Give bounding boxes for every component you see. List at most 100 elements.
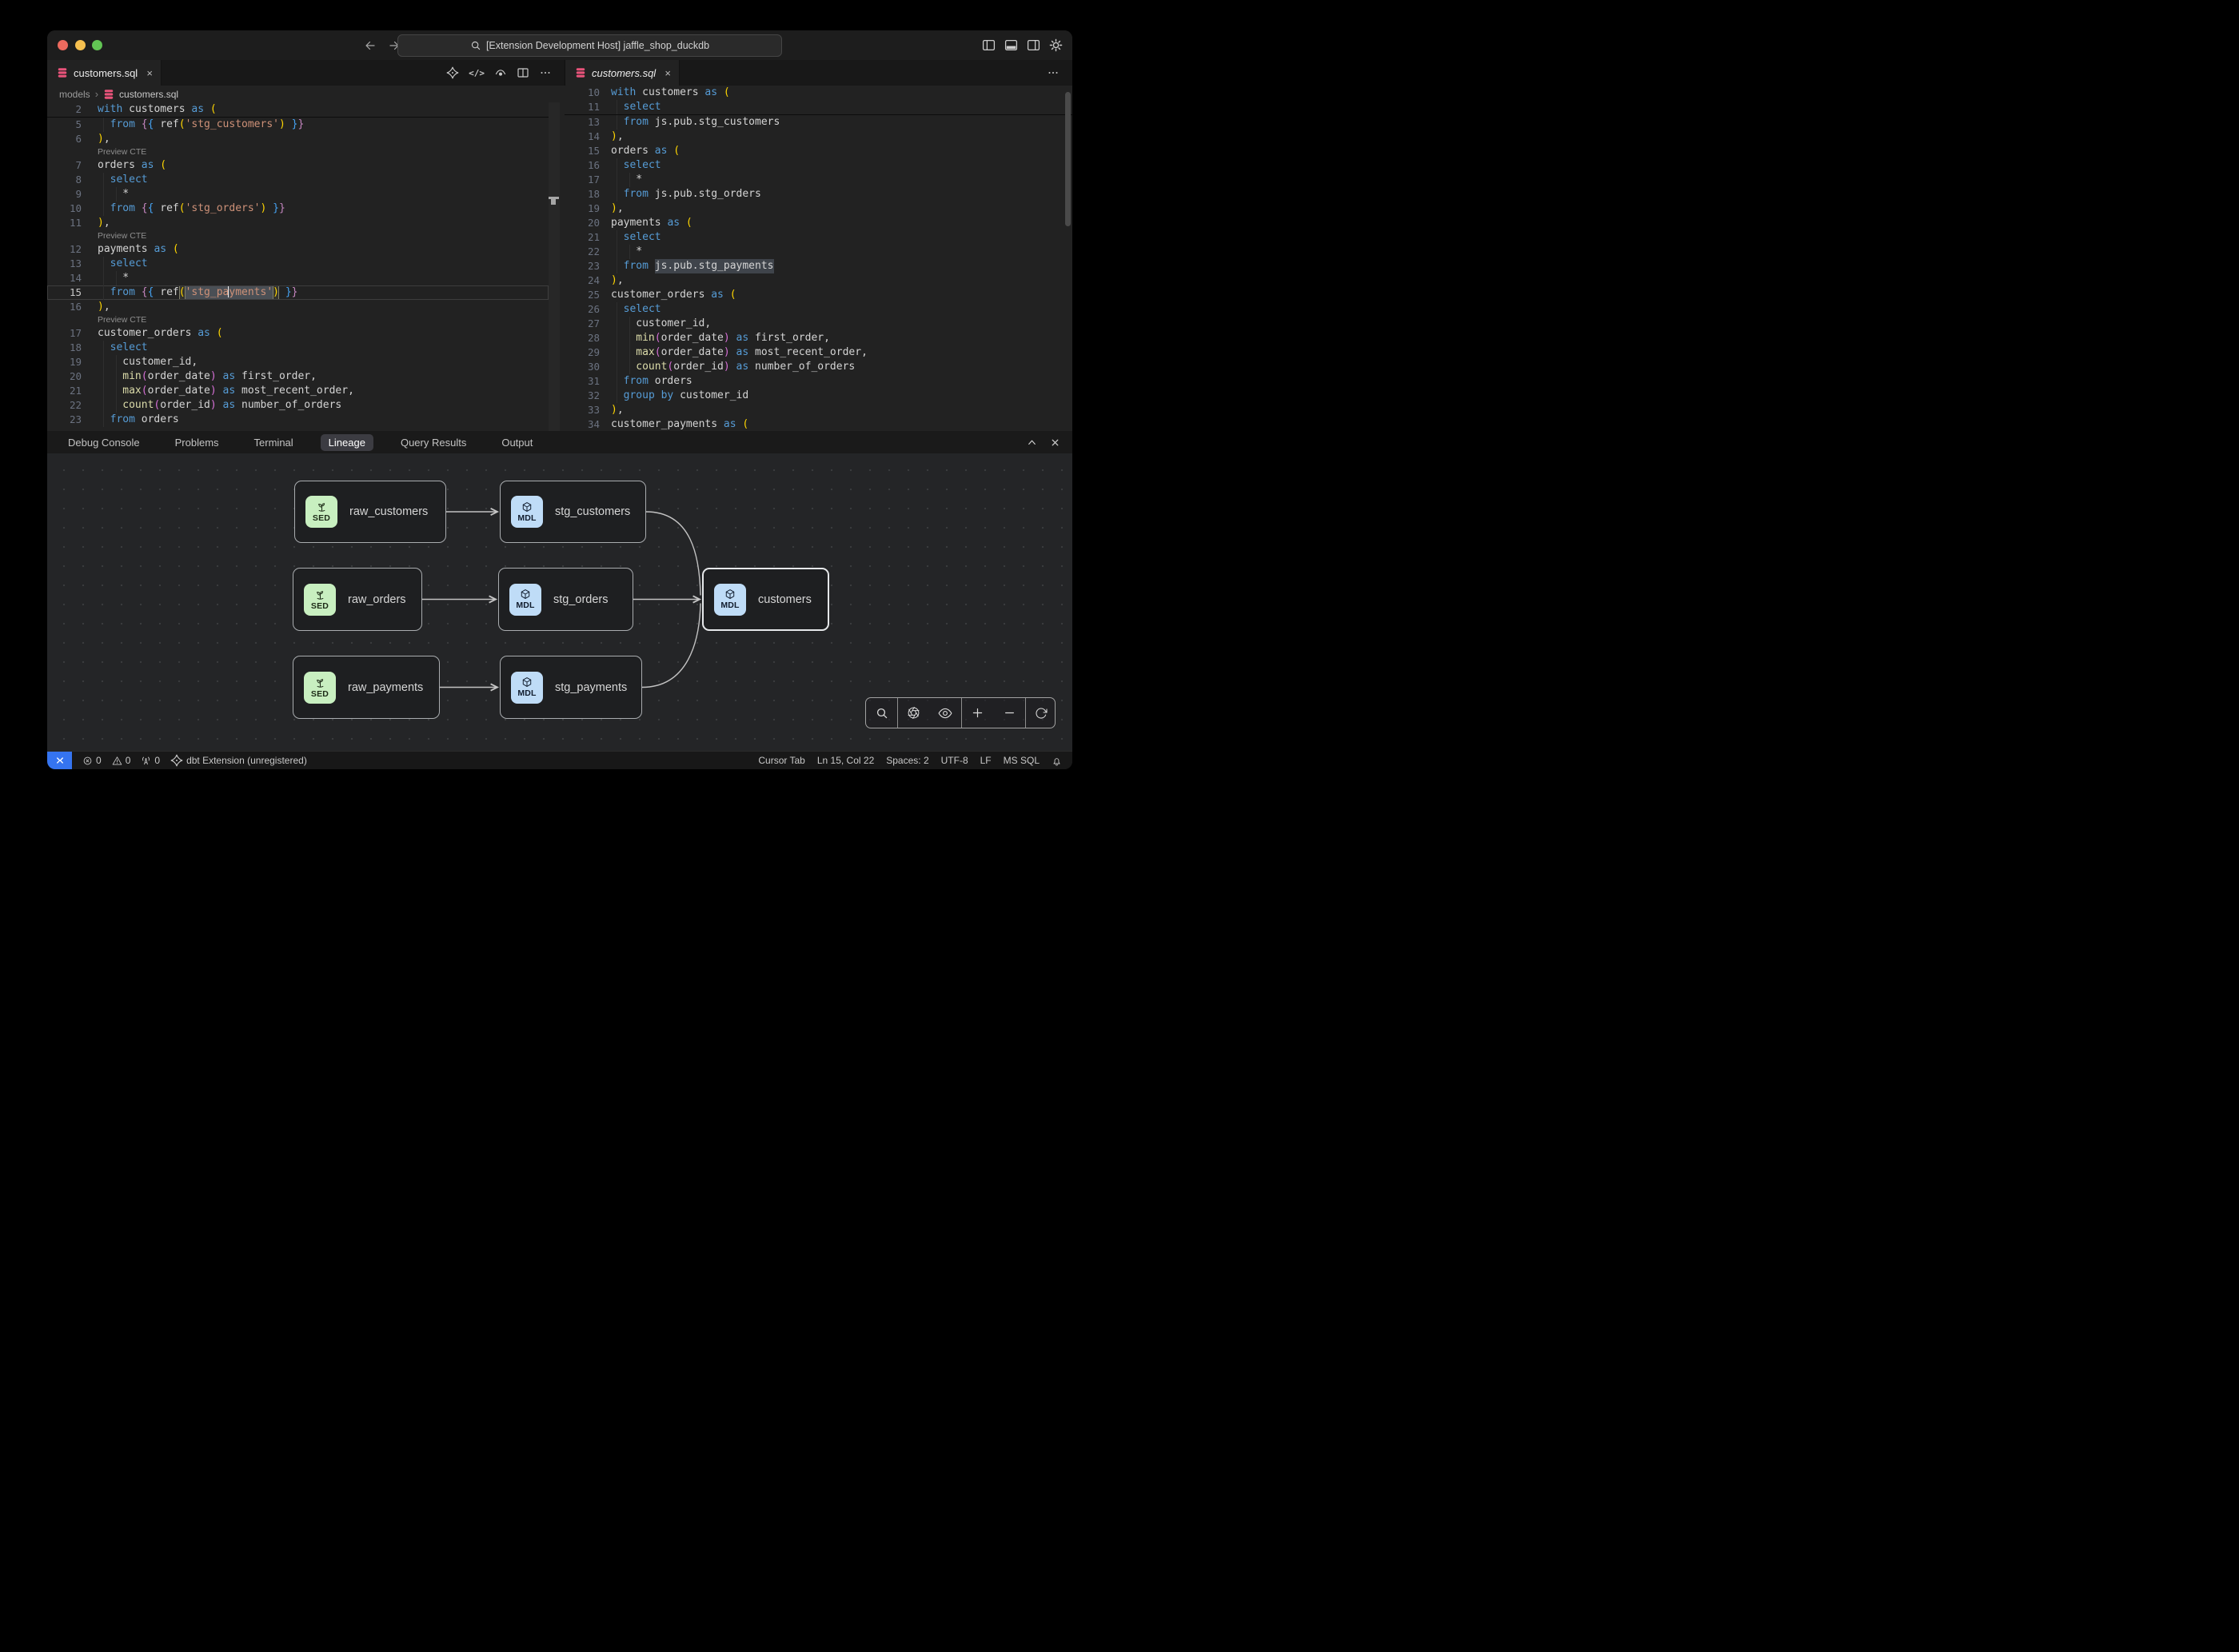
code-line-21[interactable]: 21 max(order_date) as most_recent_order, xyxy=(47,384,549,398)
codelens-preview-cte[interactable]: Preview CTE xyxy=(47,146,549,158)
code-line-29[interactable]: 29 max(order_date) as most_recent_order, xyxy=(565,345,1072,360)
tab-customers-sql-right[interactable]: customers.sql × xyxy=(565,60,680,86)
status-item-warning[interactable]: 0 xyxy=(112,755,131,766)
breadcrumb-file[interactable]: customers.sql xyxy=(119,89,178,100)
layout-sidebar-right-icon[interactable] xyxy=(1027,38,1040,52)
status-item-ln-15-col-22[interactable]: Ln 15, Col 22 xyxy=(817,755,874,766)
close-tab-icon[interactable]: × xyxy=(146,67,153,79)
back-icon[interactable] xyxy=(364,39,377,52)
aperture-icon[interactable] xyxy=(899,698,929,728)
code-line-14[interactable]: 14 * xyxy=(47,271,549,285)
code-line-2[interactable]: 2with customers as ( xyxy=(47,102,549,117)
code-line-10[interactable]: 10with customers as ( xyxy=(565,86,1072,100)
tab-customers-sql-left[interactable]: customers.sql × xyxy=(47,60,162,86)
search-icon[interactable] xyxy=(867,698,897,728)
refresh-icon[interactable] xyxy=(1026,698,1056,728)
code-line-12[interactable]: 12payments as ( xyxy=(47,242,549,257)
panel-tab-debug-console[interactable]: Debug Console xyxy=(60,434,148,451)
code-line-16[interactable]: 16 select xyxy=(565,158,1072,173)
command-center-search[interactable]: [Extension Development Host] jaffle_shop… xyxy=(397,34,782,57)
code-line-24[interactable]: 24), xyxy=(565,273,1072,288)
code-line-11[interactable]: 11), xyxy=(47,216,549,230)
code-line-7[interactable]: 7orders as ( xyxy=(47,158,549,173)
codelens-preview-cte[interactable]: Preview CTE xyxy=(47,230,549,242)
more-icon[interactable] xyxy=(539,66,552,79)
lineage-node-raw_customers[interactable]: SEDraw_customers xyxy=(294,481,446,543)
codelens-preview-cte[interactable]: Preview CTE xyxy=(47,314,549,326)
code-line-15[interactable]: 15orders as ( xyxy=(565,144,1072,158)
code-line-9[interactable]: 9 * xyxy=(47,187,549,202)
code-icon[interactable]: </> xyxy=(469,68,485,78)
code-line-10[interactable]: 10 from {{ ref('stg_orders') }} xyxy=(47,202,549,216)
lineage-node-stg_customers[interactable]: MDLstg_customers xyxy=(500,481,646,543)
split-editor-icon[interactable] xyxy=(517,66,529,79)
code-line-13[interactable]: 13 select xyxy=(47,257,549,271)
preview-icon[interactable] xyxy=(494,66,507,79)
eye-icon[interactable] xyxy=(930,698,960,728)
code-line-22[interactable]: 22 * xyxy=(565,245,1072,259)
lineage-node-raw_payments[interactable]: SEDraw_payments xyxy=(293,656,440,719)
layout-sidebar-left-icon[interactable] xyxy=(982,38,996,52)
code-line-5[interactable]: 5 from {{ ref('stg_customers') }} xyxy=(47,118,549,132)
status-item-utf-8[interactable]: UTF-8 xyxy=(941,755,968,766)
code-line-17[interactable]: 17customer_orders as ( xyxy=(47,326,549,341)
lineage-canvas[interactable]: SEDraw_customers MDLstg_customers SEDraw_o… xyxy=(47,453,1072,751)
code-line-20[interactable]: 20payments as ( xyxy=(565,216,1072,230)
breadcrumb[interactable]: models › customers.sql xyxy=(47,86,565,102)
code-line-31[interactable]: 31 from orders xyxy=(565,374,1072,389)
close-panel-icon[interactable] xyxy=(1049,437,1061,449)
dbt-icon[interactable] xyxy=(446,66,459,79)
code-line-19[interactable]: 19 customer_id, xyxy=(47,355,549,369)
panel-tab-terminal[interactable]: Terminal xyxy=(246,434,301,451)
code-line-18[interactable]: 18 from js.pub.stg_orders xyxy=(565,187,1072,202)
code-line-22[interactable]: 22 count(order_id) as number_of_orders xyxy=(47,398,549,413)
zoom-window-button[interactable] xyxy=(92,40,102,50)
code-line-13[interactable]: 13 from js.pub.stg_customers xyxy=(565,115,1072,130)
code-line-26[interactable]: 26 select xyxy=(565,302,1072,317)
code-line-15[interactable]: 15 from {{ ref('stg_payments') }} xyxy=(47,285,549,300)
panel-tab-output[interactable]: Output xyxy=(493,434,541,451)
minimize-window-button[interactable] xyxy=(75,40,86,50)
code-line-17[interactable]: 17 * xyxy=(565,173,1072,187)
code-line-32[interactable]: 32 group by customer_id xyxy=(565,389,1072,403)
code-line-33[interactable]: 33), xyxy=(565,403,1072,417)
code-line-28[interactable]: 28 min(order_date) as first_order, xyxy=(565,331,1072,345)
more-icon[interactable] xyxy=(1047,66,1060,79)
code-line-11[interactable]: 11 select xyxy=(565,100,1072,114)
status-item-dbt[interactable]: dbt Extension (unregistered) xyxy=(170,754,307,767)
status-item-lf[interactable]: LF xyxy=(980,755,992,766)
panel-tab-problems[interactable]: Problems xyxy=(167,434,227,451)
code-line-18[interactable]: 18 select xyxy=(47,341,549,355)
zoom-out-icon[interactable] xyxy=(994,698,1024,728)
code-line-30[interactable]: 30 count(order_id) as number_of_orders xyxy=(565,360,1072,374)
status-item-error[interactable]: 0 xyxy=(82,755,102,766)
panel-tab-query-results[interactable]: Query Results xyxy=(393,434,474,451)
code-line-25[interactable]: 25customer_orders as ( xyxy=(565,288,1072,302)
overview-ruler[interactable] xyxy=(549,102,560,431)
panel-tab-lineage[interactable]: Lineage xyxy=(321,434,373,451)
code-line-6[interactable]: 6), xyxy=(47,132,549,146)
code-line-27[interactable]: 27 customer_id, xyxy=(565,317,1072,331)
lineage-node-customers[interactable]: MDLcustomers xyxy=(702,568,829,631)
code-line-19[interactable]: 19), xyxy=(565,202,1072,216)
zoom-in-icon[interactable] xyxy=(963,698,993,728)
code-line-21[interactable]: 21 select xyxy=(565,230,1072,245)
code-line-14[interactable]: 14), xyxy=(565,130,1072,144)
code-line-23[interactable]: 23 from js.pub.stg_payments xyxy=(565,259,1072,273)
editor-left[interactable]: 2with customers as ( 5 from {{ ref('stg_… xyxy=(47,102,549,431)
status-item-ports[interactable]: 0 xyxy=(141,755,160,766)
code-line-23[interactable]: 23 from orders xyxy=(47,413,549,427)
status-item-cursor-tab[interactable]: Cursor Tab xyxy=(758,755,804,766)
lineage-node-stg_orders[interactable]: MDLstg_orders xyxy=(498,568,633,631)
close-tab-icon[interactable]: × xyxy=(665,67,671,79)
breadcrumb-folder[interactable]: models xyxy=(59,89,90,100)
chevron-up-icon[interactable] xyxy=(1026,437,1038,449)
remote-indicator[interactable] xyxy=(47,752,72,770)
code-line-16[interactable]: 16), xyxy=(47,300,549,314)
code-line-8[interactable]: 8 select xyxy=(47,173,549,187)
scrollbar-right-editor[interactable] xyxy=(1065,92,1071,226)
lineage-node-raw_orders[interactable]: SEDraw_orders xyxy=(293,568,422,631)
status-item-spaces-2[interactable]: Spaces: 2 xyxy=(886,755,928,766)
layout-panel-icon[interactable] xyxy=(1004,38,1018,52)
status-item-bell[interactable] xyxy=(1052,756,1062,766)
